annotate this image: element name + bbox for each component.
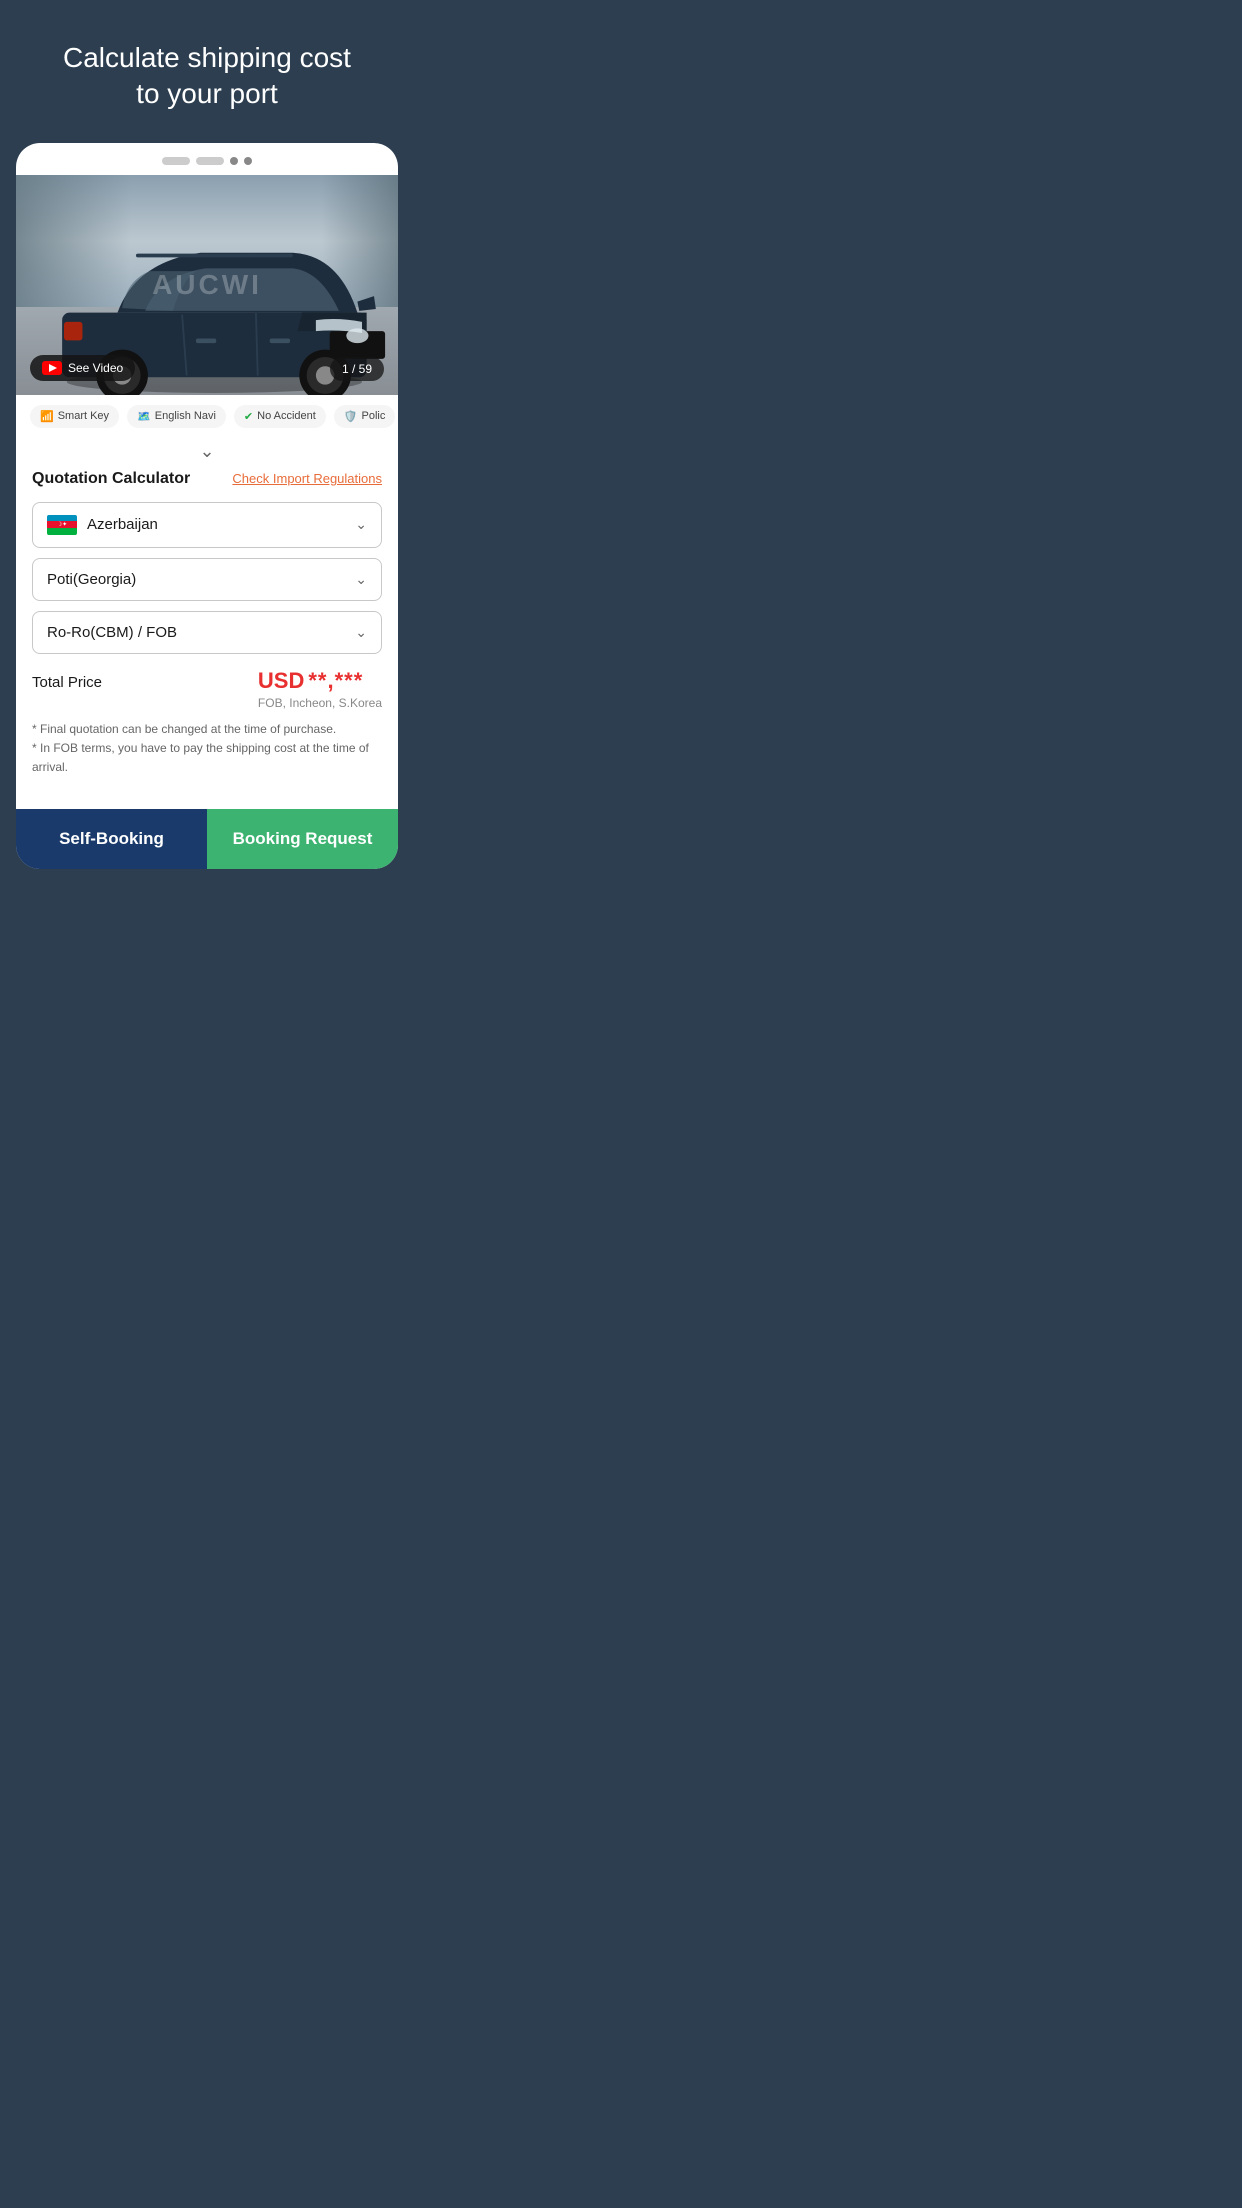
shipping-chevron-icon: ⌄	[355, 624, 367, 641]
quotation-title: Quotation Calculator	[32, 470, 190, 488]
azerbaijan-flag: ☽✦	[47, 515, 77, 535]
expand-chevron[interactable]: ⌄	[16, 438, 398, 470]
quotation-header: Quotation Calculator Check Import Regula…	[32, 470, 382, 488]
shipping-dropdown[interactable]: Ro-Ro(CBM) / FOB ⌄	[32, 611, 382, 654]
price-sub: FOB, Incheon, S.Korea	[258, 696, 382, 710]
disclaimer: * Final quotation can be changed at the …	[32, 720, 382, 778]
shipping-value: Ro-Ro(CBM) / FOB	[47, 624, 177, 641]
main-card: AUCWI See Video 1 / 59 📶 Smart Key 🗺️ En…	[16, 143, 398, 870]
price-amount: **,***	[308, 668, 363, 694]
feature-smart-key: 📶 Smart Key	[30, 405, 119, 428]
port-dropdown[interactable]: Poti(Georgia) ⌄	[32, 558, 382, 601]
country-value: Azerbaijan	[87, 516, 158, 533]
pagination-dots	[16, 143, 398, 175]
total-price-label: Total Price	[32, 668, 102, 691]
dot-4	[244, 157, 252, 165]
see-video-button[interactable]: See Video	[30, 355, 135, 381]
price-display: USD **,*** FOB, Incheon, S.Korea	[258, 668, 382, 710]
car-image-container: AUCWI See Video 1 / 59	[16, 175, 398, 395]
image-counter: 1 / 59	[330, 357, 384, 381]
dot-3	[230, 157, 238, 165]
total-price-row: Total Price USD **,*** FOB, Incheon, S.K…	[32, 668, 382, 710]
country-chevron-icon: ⌄	[355, 516, 367, 533]
booking-request-button[interactable]: Booking Request	[207, 809, 398, 869]
dot-2	[196, 157, 224, 165]
price-currency: USD	[258, 668, 304, 694]
port-chevron-icon: ⌄	[355, 571, 367, 588]
check-import-link[interactable]: Check Import Regulations	[232, 471, 382, 486]
see-video-label: See Video	[68, 361, 123, 375]
port-value: Poti(Georgia)	[47, 571, 136, 588]
feature-no-accident: ✔ No Accident	[234, 405, 326, 428]
features-strip: 📶 Smart Key 🗺️ English Navi ✔ No Acciden…	[16, 395, 398, 438]
feature-polic: 🛡️ Polic	[334, 405, 396, 428]
chevron-down-icon: ⌄	[199, 442, 214, 460]
bottom-buttons: Self-Booking Booking Request	[16, 809, 398, 869]
dot-1	[162, 157, 190, 165]
quotation-section: Quotation Calculator Check Import Regula…	[16, 470, 398, 810]
feature-english-navi: 🗺️ English Navi	[127, 405, 226, 428]
country-dropdown[interactable]: ☽✦ Azerbaijan ⌄	[32, 502, 382, 548]
page-title: Calculate shipping cost to your port	[16, 40, 398, 113]
youtube-icon	[42, 361, 62, 375]
self-booking-button[interactable]: Self-Booking	[16, 809, 207, 869]
